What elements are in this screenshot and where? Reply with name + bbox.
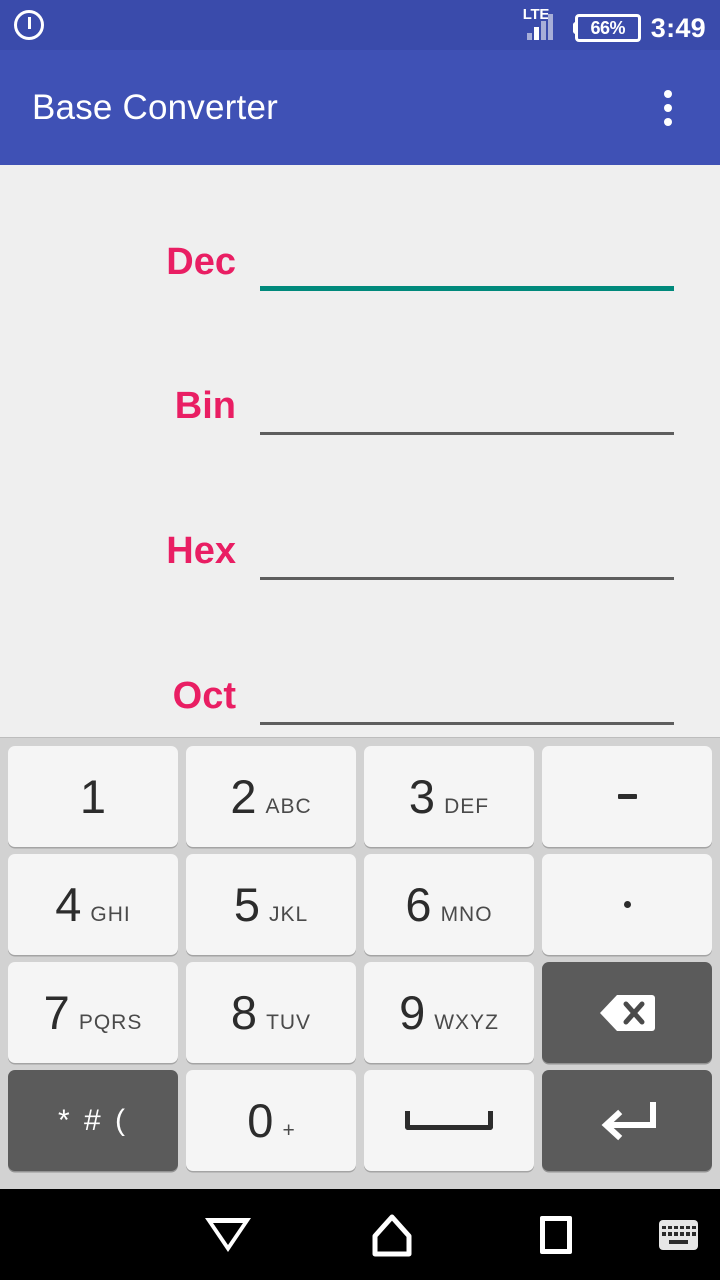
field-row-hex: Hex	[0, 480, 720, 580]
recents-square-icon	[539, 1215, 572, 1254]
field-underline-hex	[260, 577, 674, 580]
nav-placeholder-left	[0, 1189, 146, 1280]
key-digit: 6	[405, 878, 432, 931]
nav-recents-button[interactable]	[474, 1189, 638, 1280]
key-backspace[interactable]	[542, 962, 712, 1063]
key-0[interactable]: 0 +	[186, 1070, 356, 1171]
backspace-icon	[600, 994, 655, 1031]
field-wrap-hex	[260, 524, 674, 580]
field-label-bin: Bin	[174, 385, 236, 427]
field-row-dec: Dec	[0, 191, 720, 291]
converter-form: Dec Bin Hex Oct	[0, 165, 720, 737]
battery-body: 66%	[574, 14, 641, 42]
nav-keyboard-toggle[interactable]	[638, 1189, 720, 1280]
key-letters: DEF	[444, 795, 490, 818]
key-dash[interactable]	[542, 746, 712, 847]
key-4[interactable]: 4 GHI	[8, 854, 178, 955]
key-digit: 0	[247, 1094, 274, 1147]
key-9[interactable]: 9 WXYZ	[364, 962, 534, 1063]
dash-icon	[617, 794, 637, 799]
binary-input[interactable]	[260, 381, 674, 435]
field-wrap-dec	[260, 235, 674, 291]
power-icon	[14, 10, 44, 40]
key-space[interactable]	[364, 1070, 534, 1171]
battery-icon: 66%	[572, 13, 641, 43]
keyboard-row-3: 7 PQRS 8 TUV 9 WXYZ	[4, 959, 716, 1066]
field-wrap-oct	[260, 669, 674, 725]
keyboard-row-2: 4 GHI 5 JKL 6 MNO	[4, 851, 716, 958]
key-letters: MNO	[440, 903, 493, 926]
key-letters: WXYZ	[434, 1011, 499, 1034]
field-underline-bin	[260, 432, 674, 435]
key-digit: 3	[408, 770, 436, 823]
field-underline-dec	[260, 286, 674, 291]
nav-home-button[interactable]	[310, 1189, 474, 1280]
signal-strength-bars	[526, 14, 553, 40]
key-digit: 2	[230, 770, 257, 823]
key-digit: 7	[43, 986, 70, 1039]
key-digit: 4	[55, 878, 82, 931]
status-bar-right: LTE 66% 3:49	[523, 0, 706, 50]
app-bar: Base Converter	[0, 50, 720, 165]
more-vert-icon[interactable]	[648, 80, 688, 136]
home-icon	[372, 1214, 412, 1256]
field-label-hex: Hex	[166, 530, 236, 572]
page-title: Base Converter	[32, 87, 278, 127]
dot-icon	[623, 901, 631, 908]
key-digit: 1	[79, 770, 107, 823]
field-row-oct: Oct	[0, 625, 720, 725]
key-letters: GHI	[90, 903, 131, 926]
key-symbols[interactable]: * # (	[8, 1070, 178, 1171]
nav-back-button[interactable]	[146, 1189, 310, 1280]
key-digit: 5	[233, 878, 260, 931]
field-label-oct: Oct	[172, 675, 236, 717]
status-bar-left	[14, 10, 44, 40]
key-6[interactable]: 6 MNO	[364, 854, 534, 955]
spacebar-icon	[405, 1111, 493, 1130]
octal-input[interactable]	[260, 671, 674, 725]
field-wrap-bin	[260, 379, 674, 435]
key-8[interactable]: 8 TUV	[186, 962, 356, 1063]
key-enter[interactable]	[542, 1070, 712, 1171]
key-digit: 9	[399, 986, 426, 1039]
key-period[interactable]	[542, 854, 712, 955]
field-label-dec: Dec	[166, 241, 236, 283]
enter-icon	[601, 1101, 656, 1140]
status-bar: LTE 66% 3:49	[0, 0, 720, 50]
back-triangle-icon	[204, 1217, 251, 1252]
keyboard-row-1: 1 2 ABC 3 DEF	[4, 743, 716, 850]
key-letters: ABC	[265, 795, 312, 818]
key-letters: PQRS	[78, 1011, 143, 1034]
status-bar-clock: 3:49	[650, 13, 706, 43]
field-row-bin: Bin	[0, 335, 720, 435]
keyboard-row-4: * # ( 0 +	[4, 1067, 716, 1174]
field-underline-oct	[260, 722, 674, 725]
decimal-input[interactable]	[260, 237, 674, 291]
key-3[interactable]: 3 DEF	[364, 746, 534, 847]
key-digit: 8	[230, 986, 258, 1039]
system-navigation-bar	[0, 1189, 720, 1280]
on-screen-keyboard: 1 2 ABC 3 DEF 4 GHI 5 JKL 6 MNO 7 PQRS 8…	[0, 737, 720, 1189]
keyboard-icon	[659, 1219, 699, 1250]
key-letters: TUV	[266, 1011, 312, 1034]
key-7[interactable]: 7 PQRS	[8, 962, 178, 1063]
battery-percent-label: 66%	[590, 17, 626, 38]
phone-screen: LTE 66% 3:49 Base Converter Dec Bin Hex …	[0, 0, 720, 1280]
key-1[interactable]: 1	[8, 746, 178, 847]
key-plus-label: +	[282, 1119, 295, 1142]
key-2[interactable]: 2 ABC	[186, 746, 356, 847]
hex-input[interactable]	[260, 526, 674, 580]
signal-bars-icon: LTE	[523, 4, 563, 46]
key-5[interactable]: 5 JKL	[186, 854, 356, 955]
key-letters: JKL	[268, 903, 309, 926]
symbols-label: * # (	[57, 1103, 129, 1137]
